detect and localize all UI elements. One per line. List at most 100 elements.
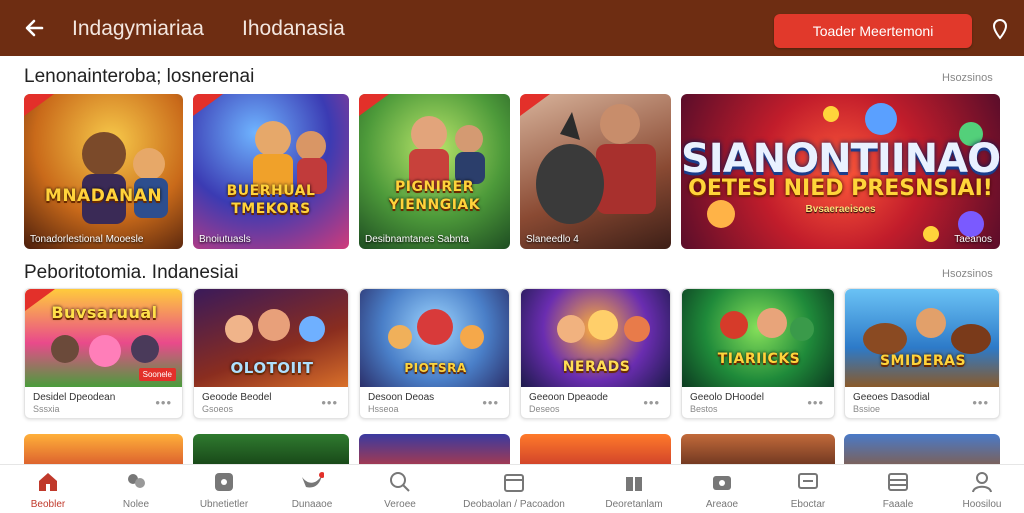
game-title: BUERHUAL TMEKORS <box>226 183 316 217</box>
banner-subheadline: OETESI NIED PRESNSIAI! <box>688 176 993 201</box>
card-icon <box>888 473 908 491</box>
box-icon <box>504 474 524 492</box>
nav-label: Deobaolan / Pacoadon <box>463 499 565 510</box>
game-art <box>82 132 168 224</box>
nav-item-box[interactable]: Deobaolan / Pacoadon <box>444 465 584 513</box>
nav-label: Deoretanlam <box>605 499 663 510</box>
game-tile-title: Buvsaruual <box>51 303 158 322</box>
game-tile-image: PIOTSRA <box>360 289 509 387</box>
game-caption: Bnoiutuasls <box>199 234 251 245</box>
game-tile-name: Geoode Beodel <box>202 392 272 403</box>
game-art <box>409 116 485 189</box>
game-tile-title: TIARIICKS <box>717 351 801 367</box>
game-tile-name: Desidel Dpeodean <box>33 392 116 403</box>
game-tile-title: SMIDERAS <box>879 353 967 369</box>
header-title-left: Indagymiariaa <box>72 17 204 40</box>
banner-tagline: Bvsaeraeisoes <box>805 204 876 215</box>
more-options-icon[interactable]: ••• <box>321 395 338 410</box>
nav-item-home[interactable]: Beobler <box>4 465 92 513</box>
location-pin-icon[interactable] <box>990 18 1010 40</box>
top-app-bar: Indagymiariaa Ihodanasia Toader Meertemo… <box>0 0 1024 56</box>
bottom-navigation: Beobler Nolee Ubnetietler Dunaaoe Veroee… <box>0 464 1024 512</box>
more-options-icon[interactable]: ••• <box>155 395 172 410</box>
game-tile-subtitle: Bestos <box>690 404 718 414</box>
more-options-icon[interactable]: ••• <box>807 395 824 410</box>
game-tile-tag: Soonele <box>138 368 176 381</box>
game-card[interactable]: Slaneedlo 4 <box>520 94 671 249</box>
game-tile-name: Geeoes Dasodial <box>853 392 930 403</box>
game-tile-title: NERADS <box>562 359 631 375</box>
nav-label: Nolee <box>122 499 150 510</box>
game-tile-image: TIARIICKS <box>682 289 834 387</box>
header-title-right: Ihodanasia <box>242 17 345 40</box>
game-tile-image: Buvsaruual Soonele <box>25 289 182 387</box>
game-card[interactable]: MNADANAN Tonadorlestional Mooesle <box>24 94 183 249</box>
section-see-all-link[interactable]: Hsozsinos <box>942 72 993 84</box>
section-title-featured: Lenonainteroba; losnerenai <box>24 66 255 87</box>
game-art <box>253 121 327 194</box>
game-tile[interactable]: NERADS Geeoon Dpeaode Deseos ••• <box>520 288 671 419</box>
nav-item-bird[interactable]: Dunaaoe <box>268 465 356 513</box>
nav-item-gift[interactable]: Deoretanlam <box>584 465 684 513</box>
game-tile[interactable]: PIOTSRA Desoon Deoas Hsseoa ••• <box>359 288 510 419</box>
game-tile[interactable]: TIARIICKS Geeolo DHoodel Bestos ••• <box>681 288 835 419</box>
game-tile-subtitle: Deseos <box>529 404 560 414</box>
back-arrow-icon[interactable] <box>20 12 52 44</box>
more-options-icon[interactable]: ••• <box>643 395 660 410</box>
game-tile-subtitle: Bssioe <box>853 404 881 414</box>
game-art <box>536 104 656 224</box>
game-caption: Slaneedlo 4 <box>526 234 579 245</box>
square-icon <box>215 473 233 491</box>
nav-item-message[interactable]: Eboctar <box>770 465 846 513</box>
game-tile-image: SMIDERAS <box>845 289 999 387</box>
game-card[interactable]: BUERHUAL TMEKORS Bnoiutuasls <box>193 94 349 249</box>
game-tile-title: OLOTOIIT <box>230 359 314 377</box>
game-tile-subtitle: Hsseoa <box>368 404 399 414</box>
game-title: MNADANAN <box>44 186 163 206</box>
game-tile-name: Desoon Deoas <box>368 392 435 403</box>
nav-label: Eboctar <box>790 499 826 510</box>
game-tile[interactable]: OLOTOIIT Geoode Beodel Gsoeos ••• <box>193 288 349 419</box>
nav-item-card[interactable]: Faaale <box>860 465 936 513</box>
bird-icon <box>302 472 324 488</box>
nav-label: Hoosilou <box>962 499 1002 510</box>
nav-item-profile[interactable]: Hoosilou <box>944 465 1020 513</box>
nav-label: Ubnetietler <box>199 499 249 510</box>
nav-item-camera[interactable]: Areaoe <box>684 465 760 513</box>
game-tile[interactable]: Buvsaruual Soonele Desidel Dpeodean Sssx… <box>24 288 183 419</box>
search-icon <box>390 472 410 492</box>
nav-item-search[interactable]: Veroee <box>356 465 444 513</box>
game-tile[interactable]: SMIDERAS Geeoes Dasodial Bssioe ••• <box>844 288 1000 419</box>
community-icon <box>128 474 145 488</box>
nav-label: Veroee <box>384 499 416 510</box>
game-tile-subtitle: Gsoeos <box>202 404 234 414</box>
featured-banner[interactable]: SIANONTIINAO! OETESI NIED PRESNSIAI! Bvs… <box>681 94 1000 249</box>
nav-item-square[interactable]: Ubnetietler <box>180 465 268 513</box>
more-options-icon[interactable]: ••• <box>972 395 989 410</box>
section-title-popular: Peboritotomia. Indanesiai <box>24 262 239 283</box>
game-card[interactable]: PIGNIRER YIENNGIAK Desibnamtanes Sabnta <box>359 94 510 249</box>
game-title: PIGNIRER YIENNGIAK <box>388 179 481 213</box>
nav-label: Beobler <box>30 499 66 510</box>
game-tile-image: NERADS <box>521 289 670 387</box>
game-caption: Desibnamtanes Sabnta <box>365 234 469 245</box>
section-see-all-link[interactable]: Hsozsinos <box>942 268 993 280</box>
game-tile-image: OLOTOIIT <box>194 289 348 387</box>
game-caption: Tonadorlestional Mooesle <box>30 234 144 245</box>
game-tile-name: Geeoon Dpeaode <box>529 392 608 403</box>
gift-icon <box>626 477 642 491</box>
game-tile-name: Geeolo DHoodel <box>690 392 764 403</box>
nav-label: Dunaaoe <box>291 499 333 510</box>
profile-icon <box>972 472 992 493</box>
more-options-icon[interactable]: ••• <box>482 395 499 410</box>
nav-label: Faaale <box>882 499 914 510</box>
game-tile-subtitle: Sssxia <box>33 404 60 414</box>
nav-item-community[interactable]: Nolee <box>92 465 180 513</box>
header-action-button[interactable]: Toader Meertemoni <box>774 14 972 48</box>
message-icon <box>798 473 818 489</box>
nav-label: Areaoe <box>705 499 739 510</box>
banner-caption: Taeanos <box>954 234 992 245</box>
game-tile-title: PIOTSRA <box>404 361 467 375</box>
camera-icon <box>713 476 731 490</box>
home-icon <box>39 473 57 491</box>
